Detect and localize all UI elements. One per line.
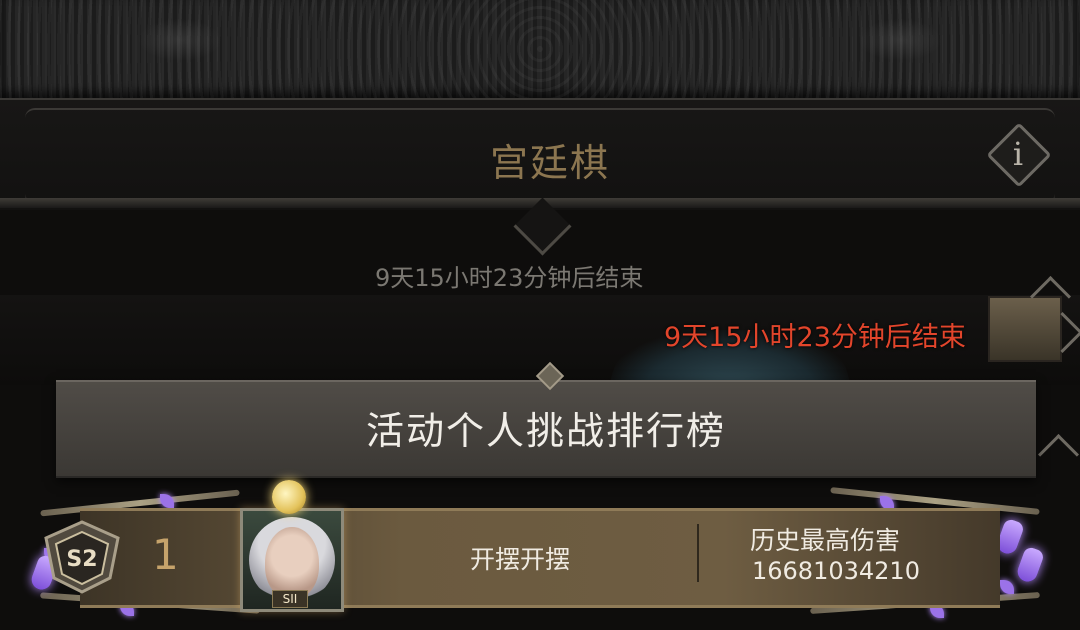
avatar-level-badge: SII — [272, 590, 308, 608]
avatar-face — [265, 527, 319, 599]
ornamental-top-border — [0, 0, 1080, 101]
player-name: 开摆开摆 — [470, 545, 571, 574]
season-badge-label: S2 — [66, 547, 97, 572]
row-divider — [697, 524, 699, 582]
season-badge-icon: S2 — [44, 520, 120, 594]
leaderboard-title: 活动个人挑战排行榜 — [365, 409, 726, 453]
leaf-ornament — [1000, 580, 1014, 594]
stat-label: 历史最高伤害 — [750, 526, 901, 555]
side-arrow-up-icon[interactable] — [1037, 433, 1080, 476]
event-timer: 9天15小时23分钟后结束 — [375, 264, 644, 292]
rank-number: 1 — [152, 530, 179, 579]
event-timer-highlight: 9天15小时23分钟后结束 — [664, 322, 966, 353]
crystal-ornament — [1014, 545, 1046, 585]
info-icon[interactable]: i — [1008, 134, 1028, 174]
avatar-orb-ornament — [272, 480, 306, 514]
stat-value: 16681034210 — [752, 557, 920, 585]
page-title: 宫廷棋 — [489, 141, 610, 185]
